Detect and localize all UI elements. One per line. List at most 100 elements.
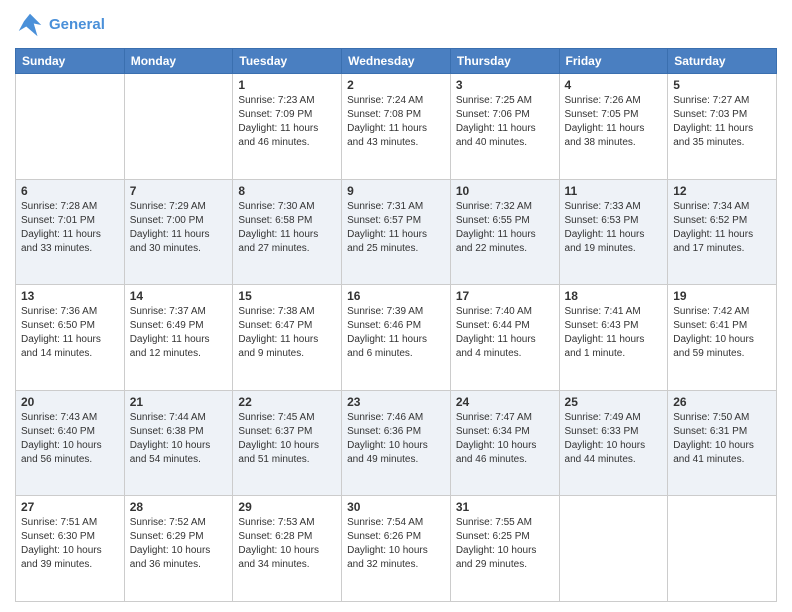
sunrise-text: Sunrise: 7:49 AM — [565, 412, 641, 423]
sunset-text: Sunset: 6:28 PM — [238, 531, 312, 542]
calendar-cell: 9 Sunrise: 7:31 AMSunset: 6:57 PMDaylight… — [342, 179, 451, 285]
page: General SundayMondayTuesdayWednesdayThur… — [0, 0, 792, 612]
calendar-cell: 15Sunrise: 7:38 AMSunset: 6:47 PMDayligh… — [233, 285, 342, 391]
sunset-text: Sunset: 6:37 PM — [238, 426, 312, 437]
day-number: 8 — [238, 184, 336, 198]
day-info: Sunrise: 7:43 AMSunset: 6:40 PMDaylight:… — [21, 411, 119, 467]
sunset-text: Sunset: 7:00 PM — [130, 215, 204, 226]
calendar-cell: 31 Sunrise: 7:55 AM Sunset: 6:25 PM Dayligh… — [450, 496, 559, 602]
day-info: Sunrise: 7:45 AMSunset: 6:37 PMDaylight:… — [238, 411, 336, 467]
day-number: 6 — [21, 184, 119, 198]
day-info: Sunrise: 7:50 AMSunset: 6:31 PMDaylight:… — [673, 411, 771, 467]
sunset-text: Sunset: 7:09 PM — [238, 109, 312, 120]
daylight-text: Daylight: 11 hours and 43 minutes. — [347, 123, 427, 148]
calendar-cell: 1Sunrise: 7:23 AMSunset: 7:09 PMDaylight… — [233, 74, 342, 180]
daylight-text: Daylight: 11 hours and 1 minute. — [565, 334, 645, 359]
day-info: Sunrise: 7:24 AM Sunset: 7:08 PM Daylight:… — [347, 94, 445, 150]
logo-text: General — [49, 17, 105, 34]
calendar-cell: 25Sunrise: 7:49 AMSunset: 6:33 PMDayligh… — [559, 390, 668, 496]
calendar-cell: 24Sunrise: 7:47 AMSunset: 6:34 PMDayligh… — [450, 390, 559, 496]
calendar-cell: 29Sunrise: 7:53 AMSunset: 6:28 PMDayligh… — [233, 496, 342, 602]
calendar-header-monday: Monday — [124, 49, 233, 74]
sunset-text: Sunset: 6:26 PM — [347, 531, 421, 542]
daylight-text: Daylight: 11 hours and 19 minutes. — [565, 229, 645, 254]
sunset-text: Sunset: 6:25 PM — [456, 531, 530, 542]
calendar-week-row: 27 Sunrise: 7:51 AMSunset: 6:30 PMDayligh… — [16, 496, 777, 602]
calendar-cell: 26 Sunrise: 7:50 AMSunset: 6:31 PMDayligh… — [668, 390, 777, 496]
calendar-header-thursday: Thursday — [450, 49, 559, 74]
calendar-cell: 19Sunrise: 7:42 AMSunset: 6:41 PMDayligh… — [668, 285, 777, 391]
sunrise-text: Sunrise: 7:44 AM — [130, 412, 206, 423]
sunrise-text: Sunrise: 7:41 AM — [565, 306, 641, 317]
sunrise-text: Sunrise: 7:55 AM — [456, 517, 532, 528]
day-info: Sunrise: 7:27 AMSunset: 7:03 PMDaylight:… — [673, 94, 771, 150]
sunset-text: Sunset: 6:29 PM — [130, 531, 204, 542]
calendar-header-sunday: Sunday — [16, 49, 125, 74]
calendar-cell: 14Sunrise: 7:37 AMSunset: 6:49 PMDayligh… — [124, 285, 233, 391]
day-number: 31 — [456, 500, 554, 514]
calendar-week-row: 1Sunrise: 7:23 AMSunset: 7:09 PMDaylight… — [16, 74, 777, 180]
day-number: 24 — [456, 395, 554, 409]
calendar-cell: 27 Sunrise: 7:51 AMSunset: 6:30 PMDayligh… — [16, 496, 125, 602]
sunrise-text: Sunrise: 7:30 AM — [238, 201, 314, 212]
sunrise-text: Sunrise: 7:33 AM — [565, 201, 641, 212]
day-info: Sunrise: 7:40 AMSunset: 6:44 PMDaylight:… — [456, 305, 554, 361]
calendar-cell: 21Sunrise: 7:44 AMSunset: 6:38 PMDayligh… — [124, 390, 233, 496]
daylight-text: Daylight: 11 hours and 17 minutes. — [673, 229, 753, 254]
calendar-cell: 8 Sunrise: 7:30 AM Sunset: 6:58 PM Daylight… — [233, 179, 342, 285]
sunrise-text: Sunrise: 7:25 AM — [456, 95, 532, 106]
calendar-cell: 5Sunrise: 7:27 AMSunset: 7:03 PMDaylight… — [668, 74, 777, 180]
sunset-text: Sunset: 7:01 PM — [21, 215, 95, 226]
day-info: Sunrise: 7:25 AMSunset: 7:06 PMDaylight:… — [456, 94, 554, 150]
day-number: 9 — [347, 184, 445, 198]
sunset-text: Sunset: 6:46 PM — [347, 320, 421, 331]
sunrise-text: Sunrise: 7:27 AM — [673, 95, 749, 106]
day-number: 23 — [347, 395, 445, 409]
calendar-cell: 7Sunrise: 7:29 AMSunset: 7:00 PMDaylight… — [124, 179, 233, 285]
calendar-cell — [668, 496, 777, 602]
sunset-text: Sunset: 6:36 PM — [347, 426, 421, 437]
sunset-text: Sunset: 7:03 PM — [673, 109, 747, 120]
daylight-text: Daylight: 11 hours and 46 minutes. — [238, 123, 318, 148]
daylight-text: Daylight: 11 hours and 25 minutes. — [347, 229, 427, 254]
sunrise-text: Sunrise: 7:37 AM — [130, 306, 206, 317]
sunrise-text: Sunrise: 7:45 AM — [238, 412, 314, 423]
sunrise-text: Sunrise: 7:28 AM — [21, 201, 97, 212]
calendar-cell: 28Sunrise: 7:52 AMSunset: 6:29 PMDayligh… — [124, 496, 233, 602]
calendar-cell — [16, 74, 125, 180]
day-info: Sunrise: 7:55 AM Sunset: 6:25 PM Daylight:… — [456, 516, 554, 572]
daylight-text: Daylight: 11 hours and 9 minutes. — [238, 334, 318, 359]
calendar-header-friday: Friday — [559, 49, 668, 74]
daylight-text: Daylight: 11 hours and 33 minutes. — [21, 229, 101, 254]
calendar-cell: 30Sunrise: 7:54 AMSunset: 6:26 PMDayligh… — [342, 496, 451, 602]
sunset-text: Sunset: 7:08 PM — [347, 109, 421, 120]
calendar-week-row: 20Sunrise: 7:43 AMSunset: 6:40 PMDayligh… — [16, 390, 777, 496]
daylight-text: Daylight: 11 hours and 27 minutes. — [238, 229, 318, 254]
day-info: Sunrise: 7:32 AMSunset: 6:55 PMDaylight:… — [456, 200, 554, 256]
calendar-cell: 22Sunrise: 7:45 AMSunset: 6:37 PMDayligh… — [233, 390, 342, 496]
sunset-text: Sunset: 6:40 PM — [21, 426, 95, 437]
day-number: 26 — [673, 395, 771, 409]
day-number: 5 — [673, 78, 771, 92]
day-info: Sunrise: 7:51 AMSunset: 6:30 PMDaylight:… — [21, 516, 119, 572]
sunset-text: Sunset: 6:33 PM — [565, 426, 639, 437]
day-info: Sunrise: 7:41 AMSunset: 6:43 PMDaylight:… — [565, 305, 663, 361]
sunrise-text: Sunrise: 7:51 AM — [21, 517, 97, 528]
day-number: 2 — [347, 78, 445, 92]
sunset-text: Sunset: 6:49 PM — [130, 320, 204, 331]
sunrise-text: Sunrise: 7:29 AM — [130, 201, 206, 212]
daylight-text: Daylight: 11 hours and 14 minutes. — [21, 334, 101, 359]
day-info: Sunrise: 7:31 AMSunset: 6:57 PMDaylight:… — [347, 200, 445, 256]
daylight-text: Daylight: 10 hours and 49 minutes. — [347, 440, 428, 465]
sunset-text: Sunset: 6:41 PM — [673, 320, 747, 331]
daylight-text: Daylight: 11 hours and 22 minutes. — [456, 229, 536, 254]
day-number: 29 — [238, 500, 336, 514]
sunset-text: Sunset: 6:58 PM — [238, 215, 312, 226]
daylight-text: Daylight: 11 hours and 12 minutes. — [130, 334, 210, 359]
calendar-cell: 10Sunrise: 7:32 AMSunset: 6:55 PMDayligh… — [450, 179, 559, 285]
daylight-text: Daylight: 10 hours and 29 minutes. — [456, 545, 537, 570]
sunrise-text: Sunrise: 7:24 AM — [347, 95, 423, 106]
daylight-text: Daylight: 10 hours and 36 minutes. — [130, 545, 211, 570]
day-number: 27 — [21, 500, 119, 514]
day-info: Sunrise: 7:26 AMSunset: 7:05 PMDaylight:… — [565, 94, 663, 150]
